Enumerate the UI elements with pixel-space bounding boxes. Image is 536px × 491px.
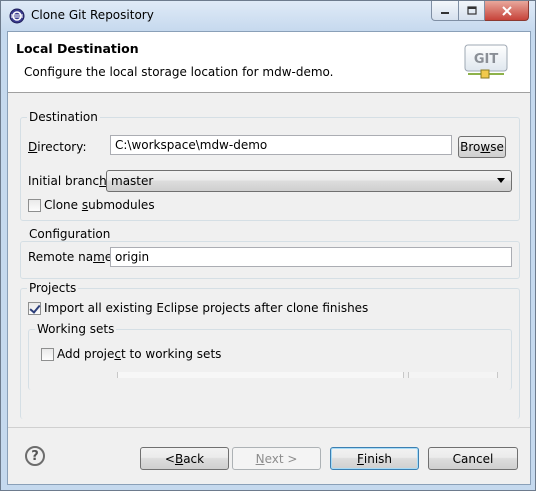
footer-separator (8, 427, 530, 428)
clone-git-repository-window: Clone Git Repository Local Destination C… (0, 0, 536, 491)
import-projects-checkbox[interactable] (28, 302, 41, 315)
initial-branch-value: master (111, 174, 154, 188)
projects-group-title: Projects (27, 281, 79, 295)
eclipse-app-icon (9, 8, 25, 24)
clone-submodules-checkbox[interactable] (28, 199, 41, 212)
page-description: Configure the local storage location for… (24, 65, 334, 79)
directory-field[interactable]: C:\workspace\mdw-demo (110, 135, 452, 155)
add-to-working-sets-checkbox[interactable] (41, 348, 54, 361)
destination-group-title: Destination (27, 110, 100, 124)
add-to-working-sets-label[interactable]: Add project to working sets (57, 347, 221, 361)
minimize-button[interactable] (431, 1, 459, 21)
minimize-icon (441, 11, 449, 14)
configuration-group-title: Configuration (27, 227, 113, 241)
import-projects-label[interactable]: Import all existing Eclipse projects aft… (44, 301, 368, 315)
initial-branch-label: Initial branch: (28, 174, 111, 188)
window-controls (431, 1, 529, 21)
finish-button[interactable]: Finish (330, 447, 419, 470)
git-logo-text: GIT (474, 52, 499, 67)
close-button[interactable] (485, 1, 529, 21)
title-bar[interactable]: Clone Git Repository (1, 1, 535, 31)
next-button[interactable]: Next > (232, 447, 321, 470)
clone-submodules-label[interactable]: Clone submodules (44, 198, 155, 212)
chevron-down-icon (497, 178, 505, 183)
directory-label: Directory: (28, 140, 87, 154)
cancel-button[interactable]: Cancel (428, 447, 518, 470)
dialog-client-area: Local Destination Configure the local st… (7, 31, 531, 485)
page-title: Local Destination (16, 41, 139, 56)
maximize-button[interactable] (459, 1, 485, 21)
maximize-icon (466, 6, 477, 15)
remote-name-label: Remote name: (28, 250, 116, 264)
initial-branch-select[interactable]: master (106, 170, 512, 192)
working-sets-clipped-row (8, 372, 530, 378)
help-icon[interactable]: ? (25, 446, 45, 466)
git-logo-icon: GIT (464, 44, 508, 79)
remote-name-field[interactable]: origin (110, 247, 512, 267)
working-sets-group-title: Working sets (35, 322, 117, 336)
wizard-banner: Local Destination Configure the local st… (8, 32, 530, 93)
window-title: Clone Git Repository (31, 8, 154, 22)
browse-button[interactable]: Bro w se (458, 136, 506, 158)
close-icon (501, 5, 512, 16)
back-button[interactable]: < Back (140, 447, 229, 470)
